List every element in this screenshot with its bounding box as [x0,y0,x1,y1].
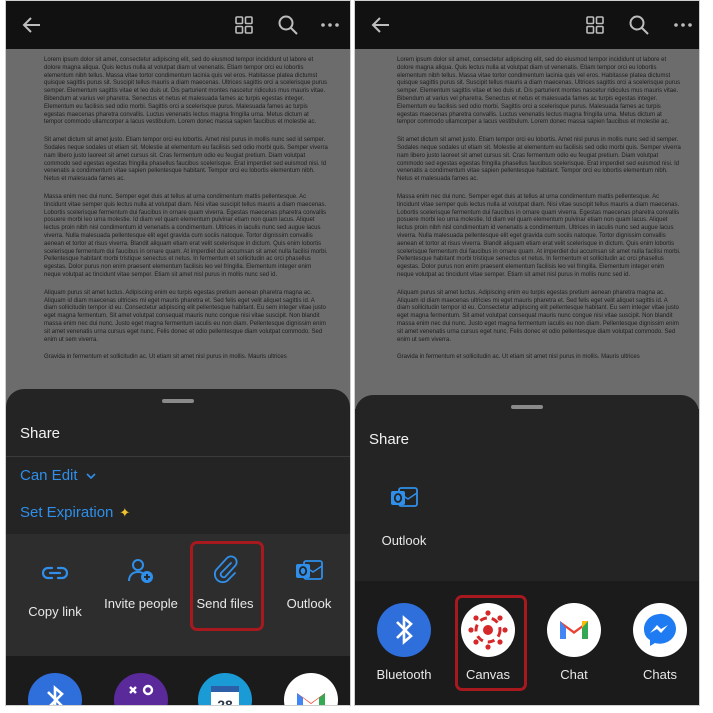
outlook-label: Outlook [286,596,332,611]
document-text: Lorem ipsum dolor sit amet, consectetur … [44,57,328,372]
calendar-icon: 28 [211,686,239,706]
can-edit-label: Can Edit [20,467,78,484]
bluetooth-icon [47,685,64,705]
link-icon [41,566,69,580]
document-paragraph: Aliquam purus sit amet luctus. Adipiscin… [397,289,679,343]
app-list: Bluetooth Canvas Chat Chats [355,581,699,705]
chats-label: Chats [643,667,677,682]
chats-app[interactable] [633,603,687,657]
more-options-icon[interactable] [318,13,342,37]
share-options-band: Copy link Invite people Send files Outlo… [6,534,350,656]
document-paragraph: Gravida in fermentum et sollicitudin ac.… [44,354,287,361]
bluetooth-app[interactable] [377,603,431,657]
search-icon[interactable] [276,13,300,37]
outlook-option[interactable]: Outlook [268,534,350,656]
document-paragraph: Sit amet dictum sit amet justo. Etiam te… [397,137,681,183]
android-share-sheet: Share Outlook Bluetooth Canvas Chat Chat… [355,395,699,705]
chat-label: Chat [560,667,588,682]
outlook-icon [296,560,323,580]
document-preview: Lorem ipsum dolor sit amet, consectetur … [355,49,699,409]
gmail-app[interactable] [284,673,338,705]
calendar-date: 28 [217,697,233,706]
share-title: Share [369,431,410,448]
document-paragraph: Massa enim nec dui nunc. Semper eget dui… [44,193,328,278]
copy-link-label: Copy link [28,604,82,619]
invite-people-label: Invite people [104,596,178,611]
outlook-icon [391,487,418,507]
chat-app[interactable] [547,603,601,657]
divider [6,456,350,457]
document-paragraph: Sit amet dictum sit amet justo. Etiam te… [44,137,328,183]
share-bottom-sheet: Share Can Edit Set Expiration ✦ Copy link [6,389,350,705]
share-title: Share [20,425,61,442]
more-options-icon[interactable] [671,13,695,37]
document-paragraph: Massa enim nec dui nunc. Semper eget dui… [397,193,681,278]
copy-link-option[interactable]: Copy link [14,534,96,656]
chevron-down-icon [86,473,96,480]
gmail-icon [297,693,325,705]
set-expiration-button[interactable]: Set Expiration ✦ [20,504,130,521]
search-icon[interactable] [627,13,651,37]
drag-handle[interactable] [162,399,194,403]
bluetooth-label: Bluetooth [376,667,432,682]
document-paragraph: Aliquam purus sit amet luctus. Adipiscin… [44,289,326,343]
grid-view-icon[interactable] [232,13,256,37]
right-screen: Lorem ipsum dolor sit amet, consectetur … [354,0,700,706]
send-files-highlight [190,541,264,631]
calendar-app[interactable]: 28 [198,673,252,706]
outlook-direct-share[interactable]: Outlook [363,473,445,553]
top-app-bar [355,1,699,49]
left-screen: Lorem ipsum dolor sit amet, consectetur … [5,0,351,706]
outlook-label: Outlook [381,533,427,548]
document-preview: Lorem ipsum dolor sit amet, consectetur … [6,49,350,409]
bluetooth-icon [396,615,413,645]
invite-people-option[interactable]: Invite people [100,534,182,656]
top-app-bar [6,1,350,49]
document-paragraph: Lorem ipsum dolor sit amet, consectetur … [397,57,681,126]
grid-view-icon[interactable] [583,13,607,37]
document-text: Lorem ipsum dolor sit amet, consectetur … [397,57,681,372]
canvas-student-app[interactable] [114,673,168,705]
document-paragraph: Lorem ipsum dolor sit amet, consectetur … [44,57,328,126]
gmail-icon [560,621,588,639]
canvas-highlight [455,595,527,691]
drag-handle[interactable] [511,405,543,409]
bluetooth-app[interactable] [28,673,82,705]
add-person-icon [128,559,153,583]
sparkle-icon: ✦ [119,505,131,520]
back-arrow-icon[interactable] [20,13,44,37]
apps-row-partial: 28 [6,656,350,706]
set-expiration-label: Set Expiration [20,504,114,521]
canvas-student-icon [129,684,154,696]
document-paragraph: Gravida in fermentum et sollicitudin ac.… [397,354,640,361]
messenger-icon [644,613,676,646]
back-arrow-icon[interactable] [369,13,393,37]
can-edit-dropdown[interactable]: Can Edit [20,467,96,484]
